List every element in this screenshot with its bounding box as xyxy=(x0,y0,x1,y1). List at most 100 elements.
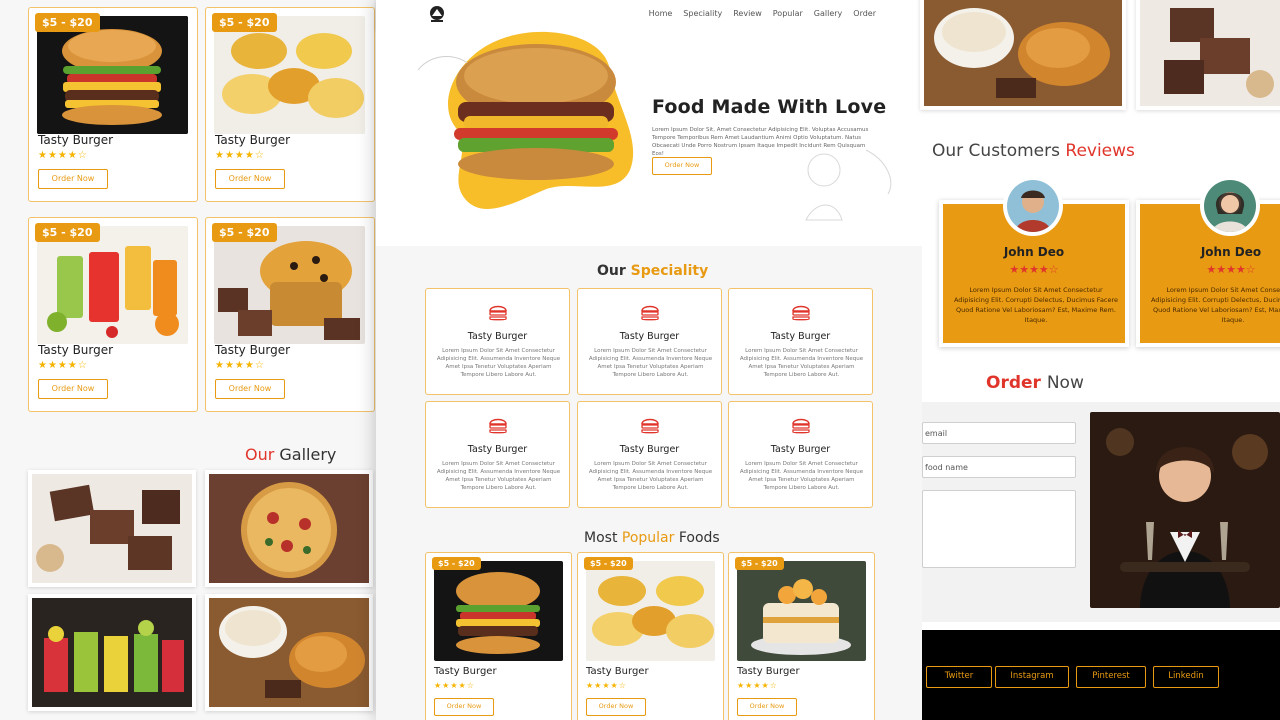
nav-link-gallery[interactable]: Gallery xyxy=(814,9,843,18)
order-now-button[interactable]: Order Now xyxy=(737,698,797,716)
nav-link-popular[interactable]: Popular xyxy=(773,9,803,18)
nav-link-review[interactable]: Review xyxy=(733,9,762,18)
speciality-description: Lorem Ipsum Dolor Sit Amet Consectetur A… xyxy=(436,461,561,491)
price-badge: $5 - $20 xyxy=(432,557,481,570)
muffin-image xyxy=(214,226,365,344)
email-input[interactable]: email xyxy=(922,422,1076,444)
speciality-description: Lorem Ipsum Dolor Sit Amet Consectetur A… xyxy=(588,348,713,378)
hero-burger-image xyxy=(417,31,634,209)
speciality-title-text: Tasty Burger xyxy=(770,444,831,455)
chocolate-image xyxy=(1140,0,1280,106)
gallery-item[interactable] xyxy=(1136,0,1280,110)
order-now-button[interactable]: Order Now xyxy=(38,379,108,399)
speciality-card: Tasty Burger Lorem Ipsum Dolor Sit Amet … xyxy=(728,401,873,508)
burger-icon xyxy=(792,418,810,434)
star-rating: ★★★★☆ xyxy=(737,681,778,690)
instagram-button[interactable]: Instagram xyxy=(995,666,1069,688)
twitter-button[interactable]: Twitter xyxy=(926,666,992,688)
price-badge: $5 - $20 xyxy=(35,13,100,32)
food-title: Tasty Burger xyxy=(215,343,291,357)
gallery-item[interactable] xyxy=(205,470,373,587)
avatar xyxy=(1003,176,1063,236)
food-card: $5 - $20 Tasty Burger ★★★★☆ Order Now xyxy=(205,7,375,202)
popular-card: $5 - $20 Tasty Burger ★★★★☆ Order Now xyxy=(577,552,724,720)
speciality-title-text: Tasty Burger xyxy=(467,331,528,342)
speciality-card: Tasty Burger Lorem Ipsum Dolor Sit Amet … xyxy=(728,288,873,395)
star-rating: ★★★★☆ xyxy=(215,150,265,161)
review-text: Lorem Ipsum Dolor Sit Amet Consectetur A… xyxy=(1150,286,1280,324)
order-now-button[interactable]: Order Now xyxy=(38,169,108,189)
gallery-item[interactable] xyxy=(28,470,196,587)
logo-icon[interactable] xyxy=(426,4,448,24)
star-rating: ★★★★☆ xyxy=(434,681,475,690)
food-title: Tasty Burger xyxy=(586,666,649,677)
price-badge: $5 - $20 xyxy=(735,557,784,570)
speciality-title-text: Tasty Burger xyxy=(619,444,680,455)
food-card: $5 - $20 Tasty Burger ★★★★☆ Order Now xyxy=(28,7,198,202)
gallery-item[interactable] xyxy=(28,594,196,711)
linkedin-button[interactable]: Linkedin xyxy=(1153,666,1219,688)
order-now-button[interactable]: Order Now xyxy=(434,698,494,716)
food-card: $5 - $20 Tasty Burger ★★★★☆ Order Now xyxy=(28,217,198,412)
message-textarea[interactable] xyxy=(922,490,1076,568)
hero-section: Food Made With Love Lorem Ipsum Dolor Si… xyxy=(376,30,922,246)
price-badge: $5 - $20 xyxy=(584,557,633,570)
speciality-title-text: Tasty Burger xyxy=(619,331,680,342)
price-badge: $5 - $20 xyxy=(35,223,100,242)
burger-icon xyxy=(792,305,810,321)
food-title: Tasty Burger xyxy=(737,666,800,677)
hero-text: Lorem Ipsum Dolor Sit, Amet Consectetur … xyxy=(652,127,869,157)
review-text: Lorem Ipsum Dolor Sit Amet Consectetur A… xyxy=(953,286,1119,324)
speciality-title-text: Tasty Burger xyxy=(467,444,528,455)
speciality-card: Tasty Burger Lorem Ipsum Dolor Sit Amet … xyxy=(425,288,570,395)
burger-image xyxy=(434,561,563,661)
gallery-item[interactable] xyxy=(205,594,373,711)
star-rating: ★★★★☆ xyxy=(38,150,88,161)
navbar: Home Speciality Review Popular Gallery O… xyxy=(376,0,922,30)
speciality-description: Lorem Ipsum Dolor Sit Amet Consectetur A… xyxy=(739,461,864,491)
star-rating: ★★★★☆ xyxy=(1009,263,1059,276)
nav-link-order[interactable]: Order xyxy=(853,9,876,18)
hero-order-button[interactable]: Order Now xyxy=(652,157,712,175)
speciality-card: Tasty Burger Lorem Ipsum Dolor Sit Amet … xyxy=(577,288,722,395)
popular-card: $5 - $20 Tasty Burger ★★★★☆ Order Now xyxy=(728,552,875,720)
speciality-description: Lorem Ipsum Dolor Sit Amet Consectetur A… xyxy=(436,348,561,378)
screenshot-collage: $5 - $20 Tasty Burger ★★★★☆ Order Now $5… xyxy=(0,0,1280,720)
food-card: $5 - $20 Tasty Burger ★★★★☆ Order Now xyxy=(205,217,375,412)
burger-icon xyxy=(641,305,659,321)
food-title: Tasty Burger xyxy=(38,343,114,357)
order-now-button[interactable]: Order Now xyxy=(215,169,285,189)
coffee-croissant-image xyxy=(924,0,1122,106)
juice-image xyxy=(37,226,188,344)
reviewer-name: John Deo xyxy=(1200,245,1262,259)
gallery-item[interactable] xyxy=(920,0,1126,110)
burger-icon xyxy=(489,305,507,321)
nav-link-home[interactable]: Home xyxy=(649,9,673,18)
hero-heading: Food Made With Love xyxy=(652,96,887,118)
pinterest-button[interactable]: Pinterest xyxy=(1076,666,1146,688)
avatar xyxy=(1200,176,1260,236)
right-panel: Our Customers Reviews John Deo ★★★★☆ Lor… xyxy=(920,0,1280,720)
burger-image xyxy=(37,16,188,134)
gallery-title: Our Gallery xyxy=(245,445,337,464)
cake-image xyxy=(737,561,866,661)
burger-icon xyxy=(489,418,507,434)
order-title: Order Now xyxy=(986,373,1084,393)
nav-link-speciality[interactable]: Speciality xyxy=(683,9,722,18)
speciality-description: Lorem Ipsum Dolor Sit Amet Consectetur A… xyxy=(588,461,713,491)
nav-links: Home Speciality Review Popular Gallery O… xyxy=(649,9,876,18)
reviewer-name: John Deo xyxy=(1003,245,1065,259)
food-name-input[interactable]: food name xyxy=(922,456,1076,478)
food-title: Tasty Burger xyxy=(434,666,497,677)
star-rating: ★★★★☆ xyxy=(215,360,265,371)
food-title: Tasty Burger xyxy=(38,133,114,147)
center-panel: Home Speciality Review Popular Gallery O… xyxy=(376,0,922,720)
order-now-button[interactable]: Order Now xyxy=(215,379,285,399)
burger-icon xyxy=(641,418,659,434)
coffee-croissant-image xyxy=(209,598,369,707)
order-now-button[interactable]: Order Now xyxy=(586,698,646,716)
star-rating: ★★★★☆ xyxy=(38,360,88,371)
price-badge: $5 - $20 xyxy=(212,13,277,32)
left-panel: $5 - $20 Tasty Burger ★★★★☆ Order Now $5… xyxy=(0,0,380,720)
star-rating: ★★★★☆ xyxy=(586,681,627,690)
